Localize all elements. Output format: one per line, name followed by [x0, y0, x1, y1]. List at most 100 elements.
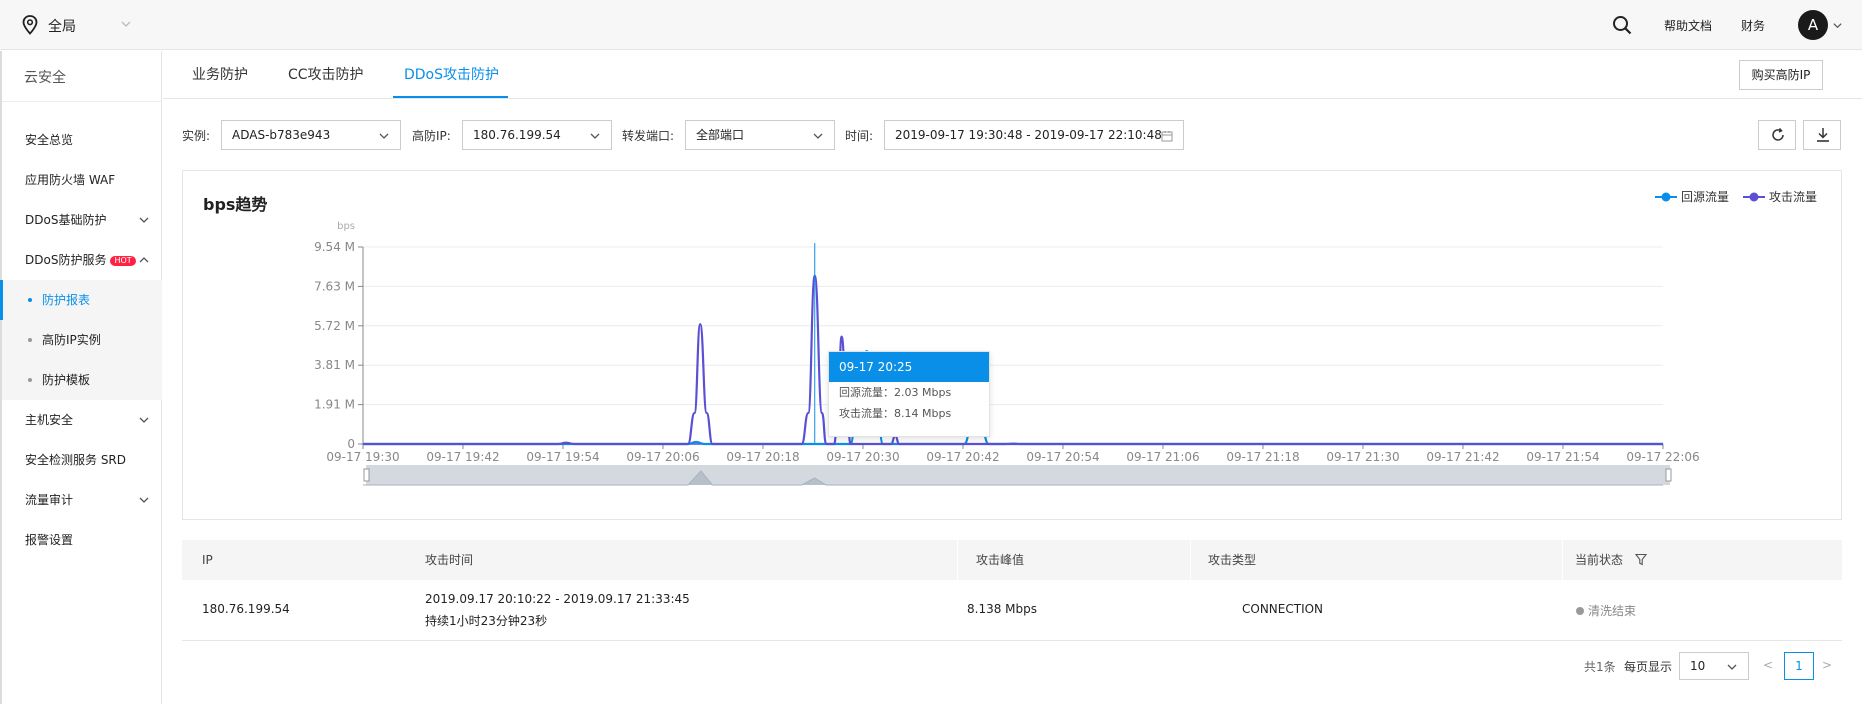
tooltip-time: 09-17 20:25: [829, 352, 989, 382]
chevron-down-icon[interactable]: [120, 18, 132, 30]
sidebar-item-label: DDoS防护服务: [25, 253, 107, 267]
sidebar-item-srd[interactable]: 安全检测服务 SRD: [2, 440, 162, 480]
y-tick-label: 7.63 M: [314, 279, 355, 293]
y-tick-label: 5.72 M: [314, 319, 355, 333]
chart-title: bps趋势: [203, 195, 268, 214]
cell-duration: 持续1小时23分钟23秒: [425, 614, 548, 628]
sidebar-item-ddos-service[interactable]: DDoS防护服务 HOT: [2, 240, 162, 280]
time-label: 时间:: [845, 129, 874, 143]
table-row: 180.76.199.54 2019.09.17 20:10:22 - 2019…: [182, 580, 1842, 641]
prev-page-button[interactable]: <: [1763, 658, 1773, 672]
instance-label: 实例:: [182, 129, 211, 143]
bps-chart-card: bps 0 1.91 M 3.81 M 5.72 M 7.63 M 9.54 M 09-17 …: [182, 170, 1842, 520]
cell-attack-time: 2019.09.17 20:10:22 - 2019.09.17 21:33:4…: [425, 592, 690, 606]
download-icon: [1817, 128, 1829, 142]
sidebar-item-host-security[interactable]: 主机安全: [2, 400, 162, 440]
cell-type: CONNECTION: [1242, 602, 1324, 616]
instance-select[interactable]: ADAS-b783e943: [221, 120, 401, 150]
tooltip-row-attack: 攻击流量：8.14 Mbps: [829, 403, 989, 424]
filter-icon[interactable]: [1635, 553, 1647, 566]
tooltip-label: 攻击流量：: [839, 407, 894, 420]
ip-value: 180.76.199.54: [473, 128, 561, 142]
cell-peak: 8.138 Mbps: [967, 602, 1038, 616]
tab-cc-protection[interactable]: CC攻击防护: [288, 64, 364, 84]
y-tick-label: 0: [347, 437, 355, 451]
sidebar-item-waf[interactable]: 应用防火墙 WAF: [2, 160, 162, 200]
x-tick-label: 09-17 19:42: [426, 450, 499, 464]
divider: [1562, 540, 1563, 580]
sidebar-subitem-protection-template[interactable]: 防护模板: [2, 360, 162, 400]
per-page-select[interactable]: 10: [1679, 652, 1749, 680]
status-text: 清洗结束: [1588, 604, 1637, 618]
legend-marker-icon: [1655, 192, 1677, 202]
port-select[interactable]: 全部端口: [685, 120, 835, 150]
sidebar-item-label: 应用防火墙 WAF: [25, 173, 116, 187]
chevron-down-icon: [590, 133, 600, 139]
active-tab-indicator: [393, 96, 508, 98]
x-tick-label: 09-17 21:30: [1326, 450, 1399, 464]
help-docs-link[interactable]: 帮助文档: [1664, 17, 1712, 34]
time-value: 2019-09-17 19:30:48 - 2019-09-17 22:10:4…: [895, 128, 1162, 142]
cell-ip: 180.76.199.54: [202, 602, 290, 616]
x-tick-label: 09-17 20:06: [626, 450, 699, 464]
chevron-down-icon[interactable]: [1832, 20, 1843, 31]
chevron-down-icon: [813, 133, 823, 139]
sidebar-item-alarm-settings[interactable]: 报警设置: [2, 520, 162, 560]
time-range-picker[interactable]: 2019-09-17 19:30:48 - 2019-09-17 22:10:4…: [884, 120, 1184, 150]
zoom-handle-left: [363, 468, 370, 482]
bps-chart: bps 0 1.91 M 3.81 M 5.72 M 7.63 M 9.54 M 09-17 …: [314, 221, 1700, 486]
zoom-slider-track: [366, 465, 1670, 485]
x-tick-label: 09-17 19:30: [326, 450, 399, 464]
tab-business-protection[interactable]: 业务防护: [192, 64, 248, 84]
download-button[interactable]: [1803, 120, 1841, 150]
column-header-type: 攻击类型: [1208, 553, 1257, 567]
chart-tooltip: 09-17 20:25 回源流量：2.03 Mbps 攻击流量：8.14 Mbp…: [828, 351, 990, 437]
sidebar-item-label: 安全检测服务 SRD: [25, 453, 127, 467]
zoom-handle-right: [1665, 468, 1672, 482]
x-tick-label: 09-17 21:54: [1526, 450, 1599, 464]
next-page-button[interactable]: >: [1822, 658, 1832, 672]
x-tick-label: 09-17 20:18: [726, 450, 799, 464]
active-indicator: [0, 280, 3, 320]
sidebar-item-overview[interactable]: 安全总览: [2, 120, 162, 160]
divider: [957, 540, 958, 580]
avatar[interactable]: A: [1798, 10, 1828, 40]
status-dot-icon: [1576, 607, 1584, 615]
chevron-down-icon: [379, 133, 389, 139]
column-header-attack-time: 攻击时间: [425, 553, 474, 567]
page-number-button[interactable]: 1: [1784, 652, 1814, 680]
refresh-button[interactable]: [1758, 120, 1796, 150]
refresh-icon: [1772, 128, 1784, 141]
status-badge: 清洗结束: [1576, 602, 1636, 619]
ip-label: 高防IP:: [412, 129, 451, 143]
sidebar-subitem-ip-instances[interactable]: 高防IP实例: [2, 320, 162, 360]
region-selector[interactable]: 全局: [48, 16, 76, 36]
search-icon[interactable]: [1612, 15, 1632, 35]
per-page-label: 每页显示: [1624, 660, 1673, 674]
tooltip-value: 8.14 Mbps: [894, 407, 952, 420]
chevron-down-icon: [139, 217, 149, 223]
port-label: 转发端口:: [622, 129, 675, 143]
column-header-peak: 攻击峰值: [976, 553, 1025, 567]
legend-label: 回源流量: [1681, 190, 1730, 204]
sidebar-item-label: 高防IP实例: [42, 333, 101, 347]
series-line-attack-traffic: [363, 274, 1663, 446]
instance-value: ADAS-b783e943: [232, 128, 331, 142]
sidebar-item-ddos-basic[interactable]: DDoS基础防护: [2, 200, 162, 240]
column-header-ip: IP: [202, 553, 213, 567]
table-header: IP 攻击时间 攻击峰值 攻击类型 当前状态: [182, 540, 1842, 580]
sidebar-subitem-protection-report[interactable]: 防护报表: [0, 280, 162, 320]
x-tick-label: 09-17 20:54: [1026, 450, 1099, 464]
ip-select[interactable]: 180.76.199.54: [462, 120, 612, 150]
x-tick-label: 09-17 21:42: [1426, 450, 1499, 464]
bullet-icon: [28, 378, 32, 382]
top-bar: 全局 帮助文档 财务 A: [0, 0, 1862, 50]
sidebar-item-label: 主机安全: [25, 413, 74, 427]
sidebar-item-traffic-audit[interactable]: 流量审计: [2, 480, 162, 520]
buy-ip-button[interactable]: 购买高防IP: [1739, 60, 1823, 90]
tab-ddos-protection[interactable]: DDoS攻击防护: [404, 64, 499, 84]
bullet-icon: [28, 298, 32, 302]
finance-link[interactable]: 财务: [1741, 17, 1765, 34]
tab-bar: 业务防护 CC攻击防护 DDoS攻击防护: [163, 51, 1862, 99]
chevron-down-icon: [139, 497, 149, 503]
